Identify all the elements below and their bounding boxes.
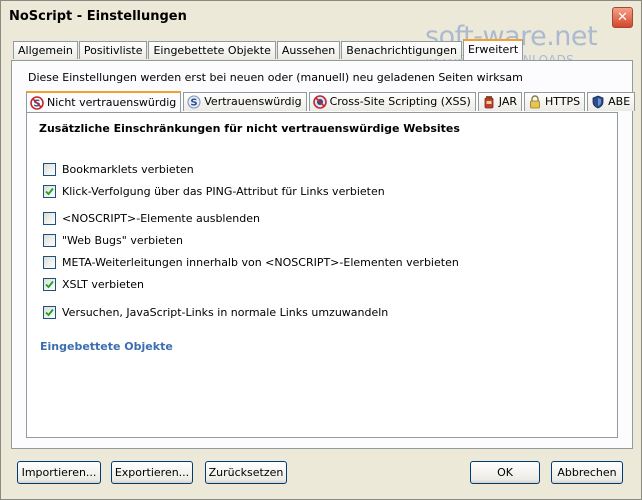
title-bar[interactable]: NoScript - Einstellungen ✕ [1,1,641,31]
checkbox-meta-redirects[interactable] [43,256,56,269]
tab-erweitert[interactable]: Erweitert [462,39,524,60]
jar-icon [482,95,496,109]
main-tabs: Allgemein Positivliste Eingebettete Obje… [13,39,524,60]
close-button[interactable]: ✕ [612,7,633,28]
subtab-abe-label: ABE [608,95,631,108]
option-ping-label: Klick-Verfolgung über das PING-Attribut … [62,185,385,198]
sub-tabs: S Nicht vertrauenswürdig S Vertrauenswür… [26,91,637,112]
subtab-trusted[interactable]: S Vertrauenswürdig [183,92,307,111]
import-button[interactable]: Importieren... [17,461,101,484]
option-js-links[interactable]: Versuchen, JavaScript-Links in normale L… [43,306,388,319]
subtab-abe[interactable]: ABE [587,92,636,111]
option-meta-redirects[interactable]: META-Weiterleitungen innerhalb von <NOSC… [43,256,459,269]
subtab-https-label: HTTPS [545,95,581,108]
embedded-objects-link[interactable]: Eingebettete Objekte [40,340,173,353]
subtab-untrusted[interactable]: S Nicht vertrauenswürdig [26,91,182,112]
option-ping[interactable]: Klick-Verfolgung über das PING-Attribut … [43,185,385,198]
option-bookmarklets[interactable]: Bookmarklets verbieten [43,163,194,176]
option-web-bugs[interactable]: "Web Bugs" verbieten [43,234,183,247]
reset-button[interactable]: Zurücksetzen [205,461,287,484]
preferences-dialog: NoScript - Einstellungen ✕ soft-ware.net… [0,0,642,500]
window-title: NoScript - Einstellungen [9,9,187,24]
option-xslt-label: XSLT verbieten [62,278,145,291]
xss-icon [312,95,327,109]
subtab-trusted-label: Vertrauenswürdig [204,95,302,108]
checkbox-ping[interactable] [43,185,56,198]
untrusted-s-icon: S [30,95,44,110]
reload-notice: Diese Einstellungen werden erst bei neue… [28,71,523,84]
tab-benachrichtigungen[interactable]: Benachrichtigungen [341,41,462,59]
option-xslt[interactable]: XSLT verbieten [43,278,144,291]
checkbox-noscript[interactable] [43,212,56,225]
svg-text:S: S [191,98,198,109]
subtab-xss-label: Cross-Site Scripting (XSS) [329,95,471,108]
option-web-bugs-label: "Web Bugs" verbieten [62,234,183,247]
option-bookmarklets-label: Bookmarklets verbieten [62,163,194,176]
tab-eingebettete-objekte[interactable]: Eingebettete Objekte [148,41,276,59]
tab-positivliste[interactable]: Positivliste [78,41,148,59]
option-noscript-label: <NOSCRIPT>-Elemente ausblenden [62,212,260,225]
section-heading: Zusätzliche Einschränkungen für nicht ve… [39,122,460,135]
tab-allgemein[interactable]: Allgemein [13,41,78,59]
lock-icon [528,95,542,109]
subtab-xss[interactable]: Cross-Site Scripting (XSS) [308,92,476,111]
checkbox-web-bugs[interactable] [43,234,56,247]
option-meta-redirects-label: META-Weiterleitungen innerhalb von <NOSC… [62,256,459,269]
export-button[interactable]: Exportieren... [111,461,193,484]
trusted-s-icon: S [187,95,201,109]
checkbox-xslt[interactable] [43,278,56,291]
untrusted-settings-panel: Zusätzliche Einschränkungen für nicht ve… [26,112,618,438]
cancel-button[interactable]: Abbrechen [551,461,623,484]
subtab-jar[interactable]: JAR [477,92,523,111]
subtab-jar-label: JAR [498,95,518,108]
erweitert-panel: Diese Einstellungen werden erst bei neue… [11,60,636,449]
ok-button[interactable]: OK [470,461,540,484]
subtab-untrusted-label: Nicht vertrauenswürdig [47,95,177,109]
tab-aussehen[interactable]: Aussehen [276,41,341,59]
subtab-https[interactable]: HTTPS [524,92,586,111]
shield-icon [591,95,605,109]
checkbox-bookmarklets[interactable] [43,163,56,176]
option-noscript[interactable]: <NOSCRIPT>-Elemente ausblenden [43,212,260,225]
checkmark-icon [45,308,54,317]
checkmark-icon [45,280,54,289]
option-js-links-label: Versuchen, JavaScript-Links in normale L… [62,306,389,319]
checkbox-js-links[interactable] [43,306,56,319]
checkmark-icon [45,187,54,196]
